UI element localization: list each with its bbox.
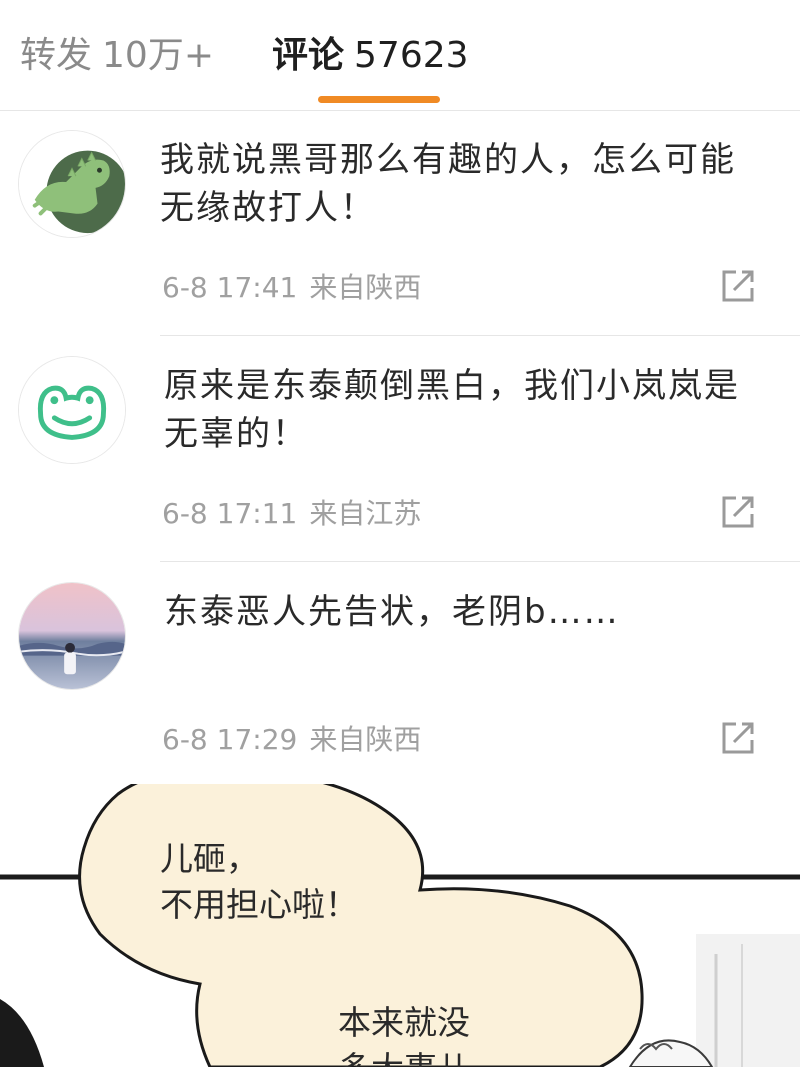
comment-text: 我就说黑哥那么有趣的人，怎么可能无缘故打人！ [160, 140, 736, 228]
comment-meta: 6-8 17:29 来自陕西 [162, 718, 421, 758]
comment-location: 来自陕西 [309, 271, 422, 304]
tab-repost-count: 10万+ [102, 35, 214, 76]
tab-comments-count: 57623 [354, 35, 469, 76]
bubble-line: 儿砸， [160, 839, 259, 878]
bubble-line: 不用担心啦！ [160, 885, 358, 924]
dinosaur-icon [19, 131, 125, 237]
share-icon[interactable] [720, 494, 756, 530]
active-tab-indicator [318, 96, 440, 103]
comment-item: 东泰恶人先告状，老阴b…… 6-8 17:29 来自陕西 [0, 562, 800, 788]
comment-meta: 6-8 17:11 来自江苏 [162, 492, 421, 532]
frog-icon [19, 357, 125, 463]
speech-bubble-text: 本来就没 多大事儿~ [338, 1000, 498, 1067]
comment-time: 6-8 17:11 [162, 497, 298, 530]
comment-item: 原来是东泰颠倒黑白，我们小岚岚是无辜的！ 6-8 17:11 来自江苏 [0, 336, 800, 562]
comic-panel: 儿砸， 不用担心啦！ 本来就没 多大事儿~ [0, 784, 800, 1067]
dinosaur-avatar[interactable] [18, 130, 126, 238]
tab-comments-label: 评论 [272, 35, 345, 76]
share-icon[interactable] [720, 720, 756, 756]
tab-repost-label: 转发 [20, 35, 93, 76]
speech-bubble-text: 儿砸， 不用担心啦！ [160, 836, 358, 928]
comment-time: 6-8 17:41 [162, 271, 298, 304]
comment-location: 来自陕西 [309, 723, 422, 756]
tab-repost[interactable]: 转发 10万+ [20, 30, 214, 82]
comment-meta: 6-8 17:41 来自陕西 [162, 266, 421, 306]
comment-text: 东泰恶人先告状，老阴b…… [164, 592, 620, 632]
photo-icon [19, 583, 125, 689]
bubble-line: 多大事儿~ [338, 1046, 498, 1067]
comment-location: 来自江苏 [309, 497, 422, 530]
comment-item: 我就说黑哥那么有趣的人，怎么可能无缘故打人！ 6-8 17:41 来自陕西 [0, 110, 800, 336]
tab-comments[interactable]: 评论 57623 [272, 30, 469, 82]
seaside-photo-avatar[interactable] [18, 582, 126, 690]
comment-tabs: 转发 10万+ 评论 57623 [0, 0, 800, 111]
comment-text: 原来是东泰颠倒黑白，我们小岚岚是无辜的！ [164, 366, 740, 454]
bubble-line: 本来就没 [338, 1003, 470, 1042]
share-icon[interactable] [720, 268, 756, 304]
frog-avatar[interactable] [18, 356, 126, 464]
comment-time: 6-8 17:29 [162, 723, 298, 756]
